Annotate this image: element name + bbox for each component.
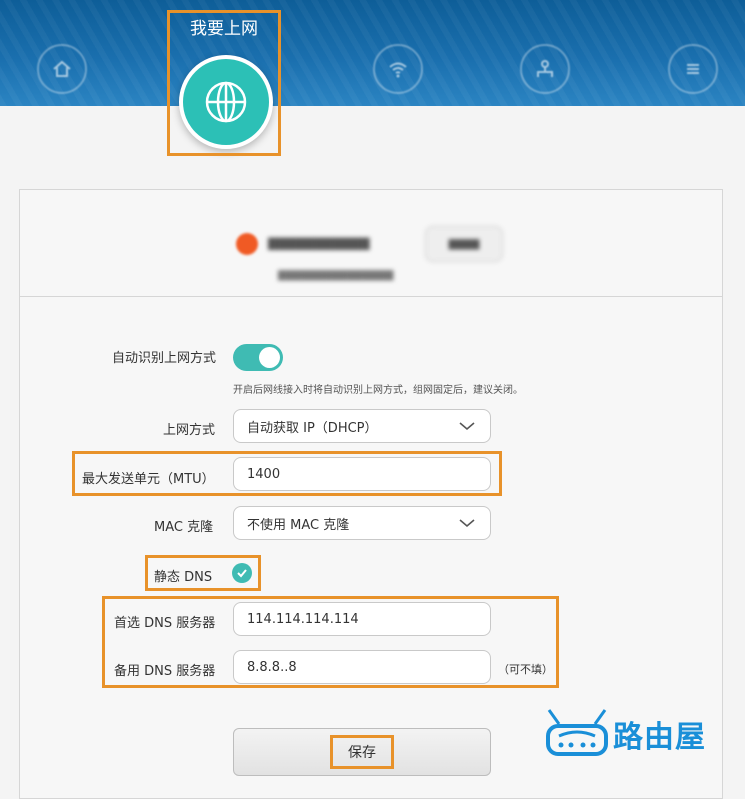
- status-subtext-blurred: ▇▇▇▇▇▇▇▇▇▇▇▇▇▇▇: [278, 270, 394, 281]
- mtu-input[interactable]: 1400: [233, 457, 491, 491]
- static-dns-checkbox[interactable]: [232, 563, 252, 583]
- mtu-label: 最大发送单元（MTU）: [82, 472, 215, 487]
- home-icon: [37, 44, 87, 94]
- mac-clone-select[interactable]: 不使用 MAC 克隆: [233, 506, 491, 540]
- status-indicator: [236, 233, 258, 255]
- menu-icon: [668, 44, 718, 94]
- toggle-knob: [259, 347, 280, 368]
- active-tab-title: 我要上网: [190, 19, 258, 39]
- secondary-dns-label: 备用 DNS 服务器: [114, 664, 216, 679]
- primary-dns-label: 首选 DNS 服务器: [114, 616, 216, 631]
- watermark-logo: 路由屋: [545, 708, 706, 760]
- connection-type-select[interactable]: 自动获取 IP（DHCP）: [233, 409, 491, 443]
- chevron-down-icon: [459, 422, 475, 431]
- nav-label-blurred: [505, 26, 585, 40]
- optional-note: （可不填）: [498, 663, 553, 676]
- save-button[interactable]: 保存: [233, 728, 491, 776]
- status-text-blurred: ▇▇▇▇▇▇▇▇▇▇▇: [268, 236, 370, 250]
- auto-detect-label: 自动识别上网方式: [112, 351, 217, 366]
- chevron-down-icon: [459, 519, 475, 528]
- connection-type-label: 上网方式: [163, 423, 216, 438]
- primary-dns-value: 114.114.114.114: [247, 611, 359, 627]
- nav-label-blurred: [653, 26, 733, 40]
- mac-clone-label: MAC 克隆: [154, 520, 214, 535]
- auto-detect-hint: 开启后网线接入时将自动识别上网方式，组网固定后，建议关闭。: [233, 385, 523, 396]
- nav-item-home[interactable]: [22, 26, 102, 94]
- connection-type-value: 自动获取 IP（DHCP）: [247, 420, 378, 436]
- nav-label-blurred: [358, 26, 438, 40]
- mac-clone-value: 不使用 MAC 克隆: [247, 517, 350, 533]
- nav-item-more[interactable]: [653, 26, 733, 94]
- save-label: 保存: [348, 745, 376, 761]
- status-action-button[interactable]: ▇▇▇▇: [425, 226, 503, 262]
- router-icon: [546, 709, 608, 756]
- nav-item-wifi[interactable]: [358, 26, 438, 94]
- static-dns-label: 静态 DNS: [154, 570, 213, 585]
- active-tab-button[interactable]: [179, 55, 273, 149]
- globe-icon: [205, 81, 247, 123]
- auto-detect-toggle[interactable]: [233, 344, 283, 371]
- mtu-value: 1400: [247, 466, 281, 482]
- watermark-text: 路由屋: [613, 720, 706, 755]
- nav-label-blurred: [22, 26, 102, 40]
- checkmark-icon: [237, 569, 247, 578]
- nav-item-network[interactable]: [505, 26, 585, 94]
- primary-dns-input[interactable]: 114.114.114.114: [233, 602, 491, 636]
- top-nav-bar: [0, 0, 745, 106]
- card-divider: [19, 296, 723, 297]
- wifi-icon: [373, 44, 423, 94]
- secondary-dns-input[interactable]: 8.8.8..8: [233, 650, 491, 684]
- network-icon: [520, 44, 570, 94]
- secondary-dns-value: 8.8.8..8: [247, 659, 297, 675]
